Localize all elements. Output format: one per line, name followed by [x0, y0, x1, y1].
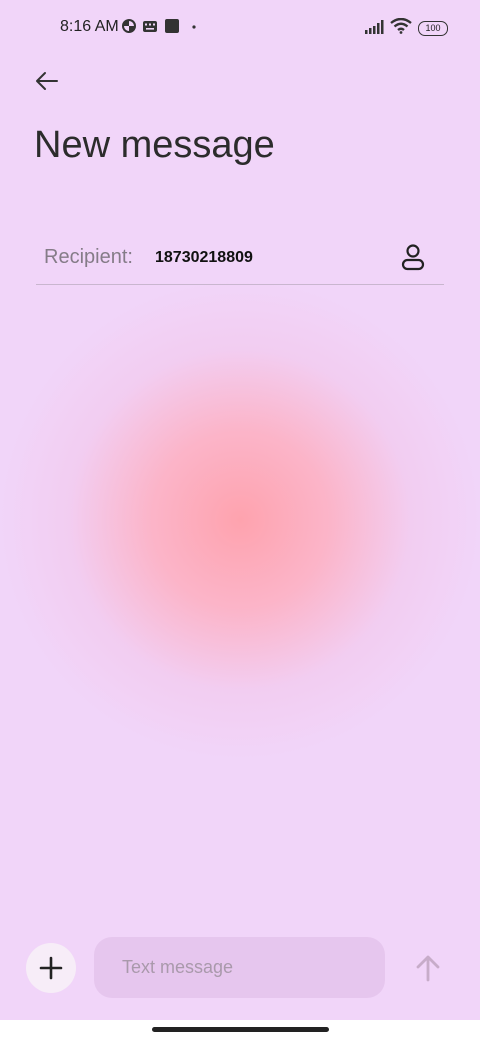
add-attachment-button[interactable]	[26, 943, 76, 993]
navigation-bar	[0, 1020, 480, 1040]
dot-icon	[192, 25, 196, 29]
send-arrow-up-icon[interactable]	[410, 950, 446, 986]
square-icon	[165, 19, 179, 33]
signal-icon	[365, 20, 384, 34]
recipient-value[interactable]: 18730218809	[155, 249, 253, 267]
message-input[interactable]	[122, 937, 372, 998]
plus-icon	[39, 956, 63, 980]
status-time: 8:16 AM	[60, 18, 119, 35]
person-icon[interactable]	[398, 242, 428, 272]
wifi-icon	[390, 18, 412, 34]
message-input-box[interactable]	[94, 937, 385, 998]
recipient-field[interactable]: Recipient: 18730218809	[36, 232, 444, 285]
battery-icon: 100	[418, 21, 448, 36]
status-bar: 8:16 AM 100	[0, 0, 480, 56]
recipient-label: Recipient:	[44, 246, 133, 268]
pinwheel-icon	[122, 19, 136, 33]
app-screen: 8:16 AM 100 New message Recipient: 18730…	[0, 0, 480, 1020]
battery-level: 100	[425, 23, 441, 33]
page-title: New message	[34, 124, 275, 166]
back-arrow-icon[interactable]	[30, 64, 64, 98]
keyboard-icon	[143, 21, 157, 32]
home-gesture-handle[interactable]	[152, 1027, 329, 1032]
